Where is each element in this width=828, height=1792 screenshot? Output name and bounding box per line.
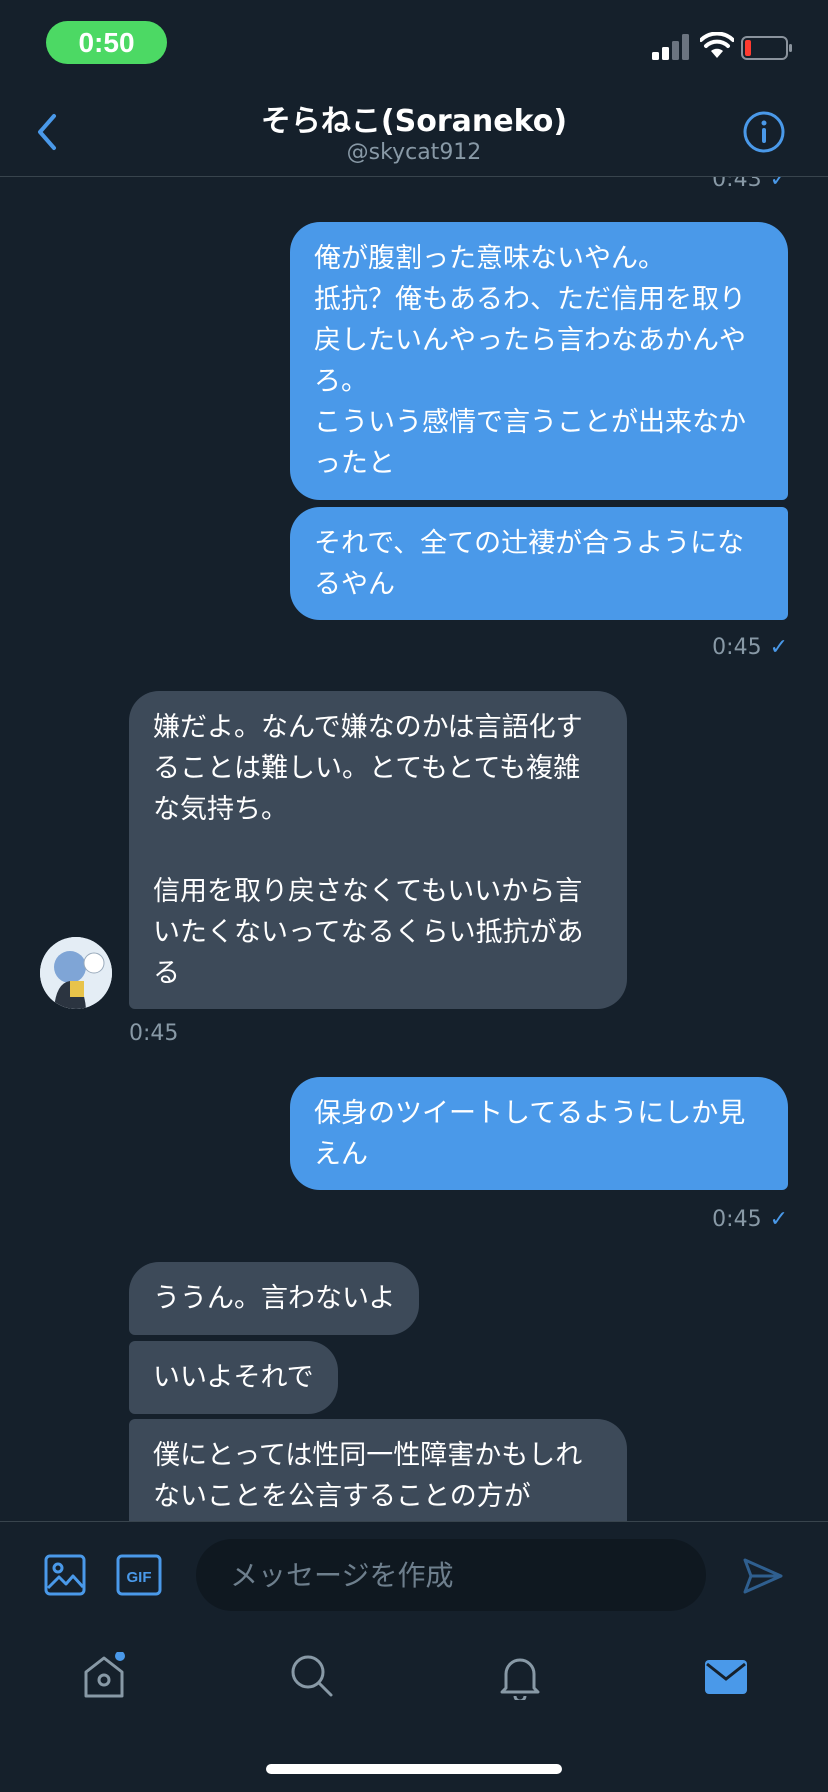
received-message-bubble[interactable]: いいよそれで [129, 1341, 338, 1414]
gif-label: GIF [127, 1569, 152, 1586]
received-message-bubble[interactable]: 僕にとっては性同一性障害かもしれないことを公言することの方が [129, 1419, 627, 1521]
sent-message-bubble[interactable]: 俺が腹割った意味ないやん。 抵抗？俺もあるわ、ただ信用を取り戻したいんやったら言… [290, 222, 788, 500]
cellular-signal-icon [652, 34, 689, 60]
status-time: 0:50 [46, 21, 167, 64]
conversation-header: そらねこ(Soraneko) @skycat912 [0, 88, 828, 177]
message-timestamp: 0:43 ✓ [712, 177, 788, 192]
gif-icon[interactable]: GIF [116, 1554, 162, 1596]
message-timestamp: 0:45 [129, 1021, 179, 1046]
home-icon[interactable] [80, 1652, 128, 1700]
message-timestamp: 0:45 ✓ [712, 1207, 788, 1232]
image-icon[interactable] [44, 1554, 86, 1596]
received-message-bubble[interactable]: 嫌だよ。なんで嫌なのかは言語化することは難しい。とてもとても複雑な気持ち。 信用… [129, 691, 627, 1009]
conversation-title: そらねこ(Soraneko) [260, 104, 568, 139]
sent-message-bubble[interactable]: 保身のツイートしてるようにしか見えん [290, 1077, 788, 1190]
sent-message-bubble[interactable]: それで、全ての辻褄が合うようになるやん [290, 507, 788, 620]
notifications-icon[interactable] [496, 1652, 544, 1700]
info-button[interactable] [742, 110, 786, 154]
message-input[interactable] [196, 1539, 706, 1611]
search-icon[interactable] [288, 1652, 336, 1700]
avatar[interactable] [40, 937, 112, 1009]
home-indicator[interactable] [266, 1764, 562, 1774]
wifi-icon [700, 32, 734, 58]
messages-icon[interactable] [702, 1652, 750, 1700]
avatar-image [40, 937, 112, 1009]
send-icon[interactable] [742, 1556, 784, 1596]
status-bar: 0:50 [0, 0, 828, 88]
battery-icon [741, 36, 792, 60]
message-timestamp: 0:45 ✓ [712, 635, 788, 660]
message-list[interactable]: 0:43 ✓ 俺が腹割った意味ないやん。 抵抗？俺もあるわ、ただ信用を取り戻したい… [0, 177, 828, 1521]
message-composer: GIF [0, 1521, 828, 1626]
received-message-bubble[interactable]: ううん。言わないよ [129, 1262, 420, 1335]
conversation-handle: @skycat912 [346, 140, 482, 165]
